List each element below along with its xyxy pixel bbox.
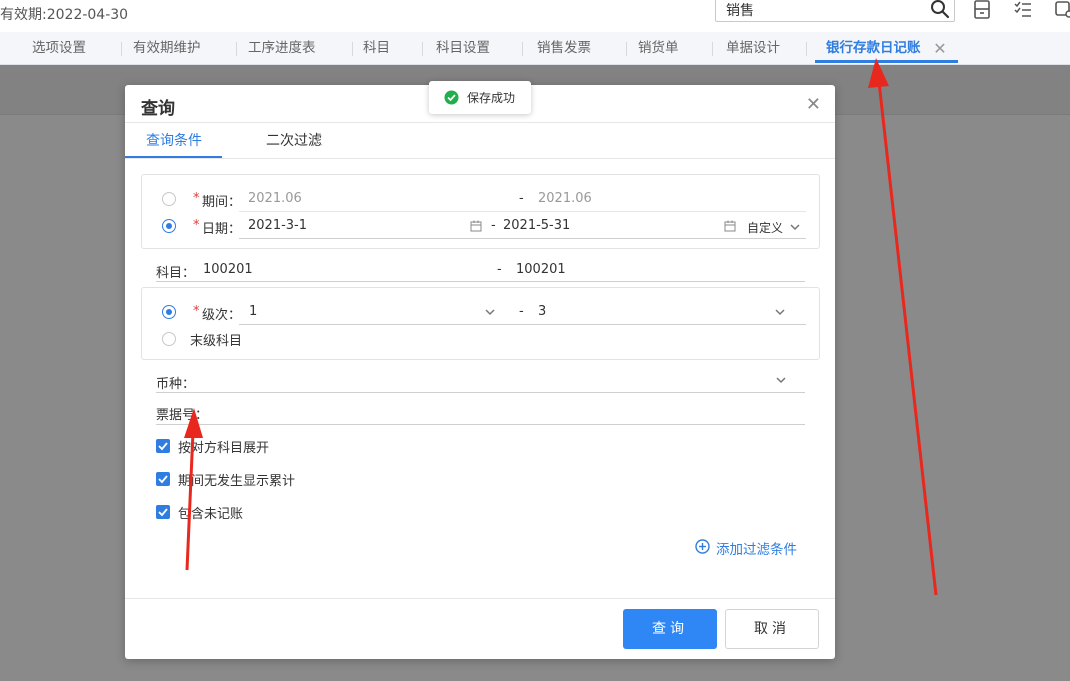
divider bbox=[125, 158, 835, 159]
tab-query-conditions[interactable]: 查询条件 bbox=[146, 123, 202, 159]
subject-from-input[interactable]: 100201 bbox=[203, 262, 253, 277]
subject-label: 科目： bbox=[156, 266, 196, 281]
search-icon[interactable] bbox=[930, 0, 950, 19]
add-filter-label: 添加过滤条件 bbox=[716, 542, 797, 558]
period-to-input[interactable]: 2021.06 bbox=[538, 191, 592, 206]
checklist-icon[interactable] bbox=[1013, 0, 1033, 20]
dialog-title: 查询 bbox=[141, 99, 175, 119]
top-header: 有效期:2022-04-30 bbox=[0, 0, 1070, 32]
tab-sales-order[interactable]: 销货单 bbox=[638, 32, 679, 65]
level-radio[interactable] bbox=[162, 305, 176, 319]
chevron-down-icon[interactable] bbox=[775, 374, 787, 386]
period-underline bbox=[239, 211, 806, 212]
divider bbox=[125, 122, 835, 123]
tab-subject[interactable]: 科目 bbox=[363, 32, 390, 65]
date-preset-select[interactable]: 自定义 bbox=[747, 219, 783, 236]
expand-by-counter-subject-label: 按对方科目展开 bbox=[178, 441, 270, 456]
tab-divider bbox=[626, 42, 627, 56]
chevron-down-icon[interactable] bbox=[774, 306, 786, 318]
show-cumulative-checkbox[interactable] bbox=[156, 472, 170, 486]
period-label: 期间： bbox=[202, 195, 242, 210]
tab-document-design[interactable]: 单据设计 bbox=[726, 32, 780, 65]
check-icon bbox=[158, 508, 168, 517]
bill-number-underline bbox=[156, 424, 805, 425]
save-success-toast: 保存成功 bbox=[429, 81, 531, 114]
date-radio[interactable] bbox=[162, 219, 176, 233]
range-separator: - bbox=[519, 191, 524, 206]
tab-divider bbox=[806, 42, 807, 56]
check-icon bbox=[158, 442, 168, 451]
level-label: 级次： bbox=[202, 308, 242, 323]
tab-bar: 选项设置 有效期维护 工序进度表 科目 科目设置 销售发票 销货单 单据设计 银… bbox=[0, 32, 1070, 65]
close-icon[interactable]: ✕ bbox=[806, 94, 821, 115]
tab-subject-settings[interactable]: 科目设置 bbox=[436, 32, 490, 65]
check-icon bbox=[158, 475, 168, 484]
last-level-radio[interactable] bbox=[162, 332, 176, 346]
expand-by-counter-subject-checkbox[interactable] bbox=[156, 439, 170, 453]
expiry-date-text: 有效期:2022-04-30 bbox=[0, 7, 129, 23]
level-to-select[interactable]: 3 bbox=[538, 304, 546, 319]
required-mark: * bbox=[193, 304, 200, 319]
close-icon[interactable]: ✕ bbox=[932, 32, 948, 65]
range-separator: - bbox=[519, 304, 524, 319]
calculator-icon[interactable] bbox=[972, 0, 992, 20]
date-label: 日期： bbox=[202, 222, 242, 237]
tab-divider bbox=[422, 42, 423, 56]
tab-secondary-filter[interactable]: 二次过滤 bbox=[266, 123, 322, 159]
tab-label: 银行存款日记账 bbox=[826, 40, 921, 56]
calendar-icon[interactable] bbox=[470, 220, 482, 232]
chevron-down-icon[interactable] bbox=[484, 306, 496, 318]
level-underline bbox=[239, 324, 806, 325]
show-cumulative-label: 期间无发生显示累计 bbox=[178, 474, 296, 489]
tab-option-settings[interactable]: 选项设置 bbox=[32, 32, 86, 65]
subject-underline bbox=[156, 281, 805, 282]
toast-message: 保存成功 bbox=[467, 91, 516, 105]
required-mark: * bbox=[193, 218, 200, 233]
date-from-input[interactable]: 2021-3-1 bbox=[248, 218, 307, 233]
divider bbox=[125, 598, 835, 599]
query-button[interactable]: 查询 bbox=[623, 609, 717, 649]
chevron-down-icon[interactable] bbox=[789, 221, 801, 233]
currency-label: 币种： bbox=[156, 377, 196, 392]
plus-circle-icon bbox=[695, 539, 710, 554]
range-separator: - bbox=[491, 218, 496, 233]
period-radio[interactable] bbox=[162, 192, 176, 206]
cancel-button[interactable]: 取消 bbox=[725, 609, 819, 649]
settings-icon[interactable] bbox=[1054, 0, 1070, 20]
tab-divider bbox=[236, 42, 237, 56]
check-circle-icon bbox=[444, 90, 459, 105]
period-from-input[interactable]: 2021.06 bbox=[248, 191, 302, 206]
date-underline bbox=[239, 238, 806, 239]
include-unposted-label: 包含未记账 bbox=[178, 507, 244, 522]
period-date-group: * 期间： 2021.06 - 2021.06 * 日期： 2021-3-1 -… bbox=[141, 174, 820, 249]
search-box[interactable] bbox=[715, 0, 955, 22]
required-mark: * bbox=[193, 191, 200, 206]
query-dialog: 查询 ✕ 查询条件 二次过滤 * 期间： 2021.06 - 2021.06 *… bbox=[125, 85, 835, 659]
level-group: * 级次： 1 - 3 末级科目 bbox=[141, 287, 820, 360]
tab-expiry-maintenance[interactable]: 有效期维护 bbox=[133, 32, 201, 65]
calendar-icon[interactable] bbox=[724, 220, 736, 232]
level-from-select[interactable]: 1 bbox=[249, 304, 257, 319]
tab-process-progress[interactable]: 工序进度表 bbox=[248, 32, 316, 65]
tab-divider bbox=[352, 42, 353, 56]
currency-underline bbox=[156, 392, 805, 393]
search-input[interactable] bbox=[726, 0, 926, 20]
tab-divider bbox=[712, 42, 713, 56]
include-unposted-checkbox[interactable] bbox=[156, 505, 170, 519]
last-level-label: 末级科目 bbox=[190, 334, 243, 349]
tab-divider bbox=[121, 42, 122, 56]
date-to-input[interactable]: 2021-5-31 bbox=[503, 218, 570, 233]
range-separator: - bbox=[497, 262, 502, 277]
tab-divider bbox=[522, 42, 523, 56]
tab-sales-invoice[interactable]: 销售发票 bbox=[537, 32, 591, 65]
bill-number-label: 票据号： bbox=[156, 408, 209, 423]
subject-to-input[interactable]: 100201 bbox=[516, 262, 566, 277]
